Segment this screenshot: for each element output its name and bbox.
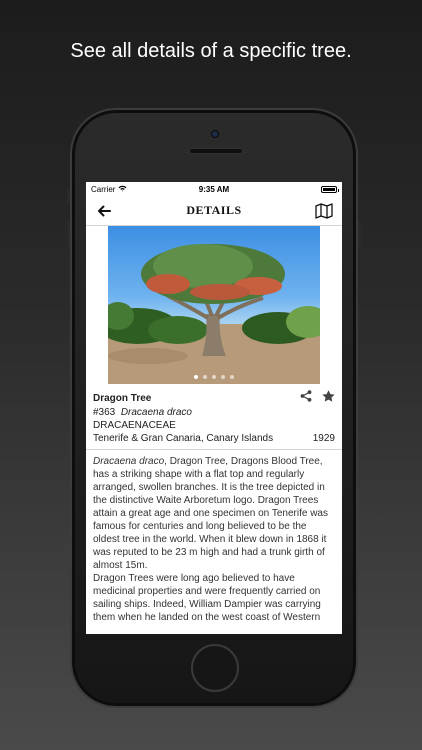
app-screen: Carrier 9:35 AM DETAILS Dragon Tree #363… bbox=[86, 182, 342, 634]
home-button[interactable] bbox=[191, 644, 239, 692]
tree-photo[interactable] bbox=[108, 226, 320, 384]
volume-up-button bbox=[67, 220, 70, 250]
pagination-dot[interactable] bbox=[212, 375, 216, 379]
tree-description: Dracaena draco, Dragon Tree, Dragons Blo… bbox=[86, 450, 342, 629]
tree-planted-year: 1929 bbox=[312, 433, 335, 444]
navigation-bar: DETAILS bbox=[86, 196, 342, 226]
description-text-1: , Dragon Tree, Dragons Blood Tree, has a… bbox=[93, 456, 328, 571]
phone-frame: Carrier 9:35 AM DETAILS Dragon Tree #363… bbox=[67, 108, 361, 708]
tree-number: #363 bbox=[93, 407, 116, 418]
pagination-dot[interactable] bbox=[230, 375, 234, 379]
status-bar: Carrier 9:35 AM bbox=[86, 182, 342, 196]
tree-family: DRACAENACEAE bbox=[93, 420, 176, 431]
mute-switch bbox=[67, 188, 70, 204]
battery-icon bbox=[321, 185, 339, 193]
power-button bbox=[358, 220, 361, 250]
tree-info-panel: Dragon Tree #363 Dracaena draco DRACAENA… bbox=[86, 384, 342, 450]
description-italic-name: Dracaena draco bbox=[93, 456, 165, 467]
arrow-left-icon[interactable] bbox=[94, 201, 114, 221]
star-icon[interactable] bbox=[322, 390, 335, 406]
description-paragraph-2: Dragon Trees were long ago believed to h… bbox=[93, 573, 321, 623]
headline: See all details of a specific tree. bbox=[70, 40, 352, 62]
share-icon[interactable] bbox=[300, 390, 312, 406]
pagination-dot[interactable] bbox=[221, 375, 225, 379]
map-icon[interactable] bbox=[314, 201, 334, 221]
speaker-grille bbox=[189, 148, 243, 154]
pagination-dot[interactable] bbox=[194, 375, 198, 379]
status-time: 9:35 AM bbox=[198, 184, 230, 194]
page-title: DETAILS bbox=[186, 203, 242, 217]
pagination-dot[interactable] bbox=[203, 375, 207, 379]
description-paragraph-1: Dracaena draco, Dragon Tree, Dragons Blo… bbox=[93, 455, 335, 572]
tree-scientific-name: Dracaena draco bbox=[120, 407, 192, 418]
front-camera bbox=[211, 130, 219, 138]
tree-origin: Tenerife & Gran Canaria, Canary Islands bbox=[93, 433, 274, 444]
gallery-pagination[interactable] bbox=[108, 375, 320, 379]
volume-down-button bbox=[67, 258, 70, 288]
tree-common-name: Dragon Tree bbox=[93, 392, 152, 404]
